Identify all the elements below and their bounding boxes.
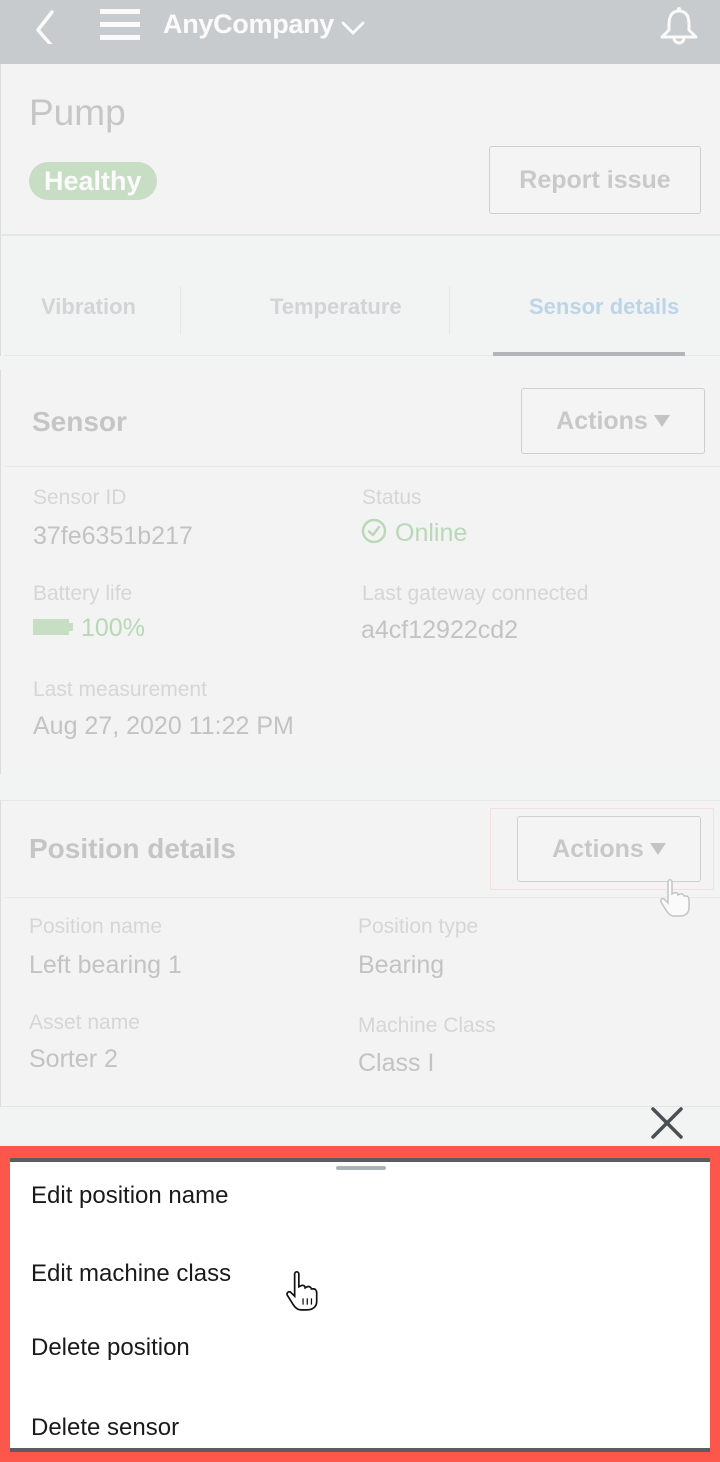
top-app-bar: AnyCompany [0,0,720,64]
status-value: Online [361,518,467,548]
page: AnyCompany Pump Healthy Report issue Vib… [0,0,720,1462]
asset-name-label: Asset name [29,1011,140,1034]
active-tab-indicator [493,352,685,356]
position-card-title: Position details [29,833,236,864]
gateway-label: Last gateway connected [362,582,589,605]
menu-item-edit-machine-class[interactable]: Edit machine class [31,1260,231,1288]
asset-header: Pump Healthy Report issue [0,64,720,236]
tab-vibration[interactable]: Vibration [41,294,136,320]
battery-value: 100% [33,614,145,643]
position-name-label: Position name [29,915,163,938]
card-divider [5,466,720,467]
sensor-id-label: Sensor ID [33,486,127,509]
asset-name-value: Sorter 2 [29,1045,118,1073]
card-divider [5,897,720,898]
machine-class-label: Machine Class [358,1014,496,1037]
caret-down-icon [653,415,670,427]
page-title: Pump [29,92,126,133]
tab-bar: Vibration Temperature Sensor details [0,236,720,356]
sheet-close-bar [0,1106,720,1146]
position-type-value: Bearing [358,951,445,979]
report-issue-button[interactable]: Report issue [489,146,701,214]
position-type-label: Position type [358,915,479,938]
hamburger-menu-icon[interactable] [100,8,140,42]
sensor-id-value: 37fe6351b217 [33,522,193,550]
menu-item-edit-position-name[interactable]: Edit position name [31,1182,228,1210]
menu-item-delete-position[interactable]: Delete position [31,1334,190,1362]
bell-icon[interactable] [656,3,702,47]
close-icon[interactable] [650,1106,684,1140]
menu-item-delete-sensor[interactable]: Delete sensor [31,1414,179,1442]
sensor-actions-button[interactable]: Actions [521,388,705,454]
actions-label: Actions [556,406,648,435]
chevron-left-icon[interactable] [30,8,66,44]
tab-divider [449,286,450,334]
tab-temperature[interactable]: Temperature [270,294,402,320]
machine-class-value: Class I [358,1049,435,1077]
sheet-drag-handle[interactable] [336,1166,386,1170]
status-badge: Healthy [29,162,157,200]
position-name-value: Left bearing 1 [29,951,182,979]
tab-sensor-details[interactable]: Sensor details [529,294,679,320]
status-text: Online [395,519,468,547]
battery-icon [33,619,73,635]
battery-text: 100% [81,614,145,642]
hand-pointer-icon [286,1271,318,1311]
check-circle-icon [361,518,387,544]
hand-pointer-icon [660,879,690,917]
status-label: Status [362,486,422,509]
last-measurement-value: Aug 27, 2020 11:22 PM [33,712,294,740]
tab-divider [180,286,181,334]
sensor-card: Sensor Actions Sensor ID 37fe6351b217 St… [0,370,720,774]
battery-label: Battery life [33,582,133,605]
last-measurement-label: Last measurement [33,678,207,701]
chevron-down-icon[interactable] [340,18,366,38]
company-selector[interactable]: AnyCompany [163,9,334,40]
sensor-card-title: Sensor [32,406,127,437]
gateway-value: a4cf12922cd2 [361,616,519,644]
